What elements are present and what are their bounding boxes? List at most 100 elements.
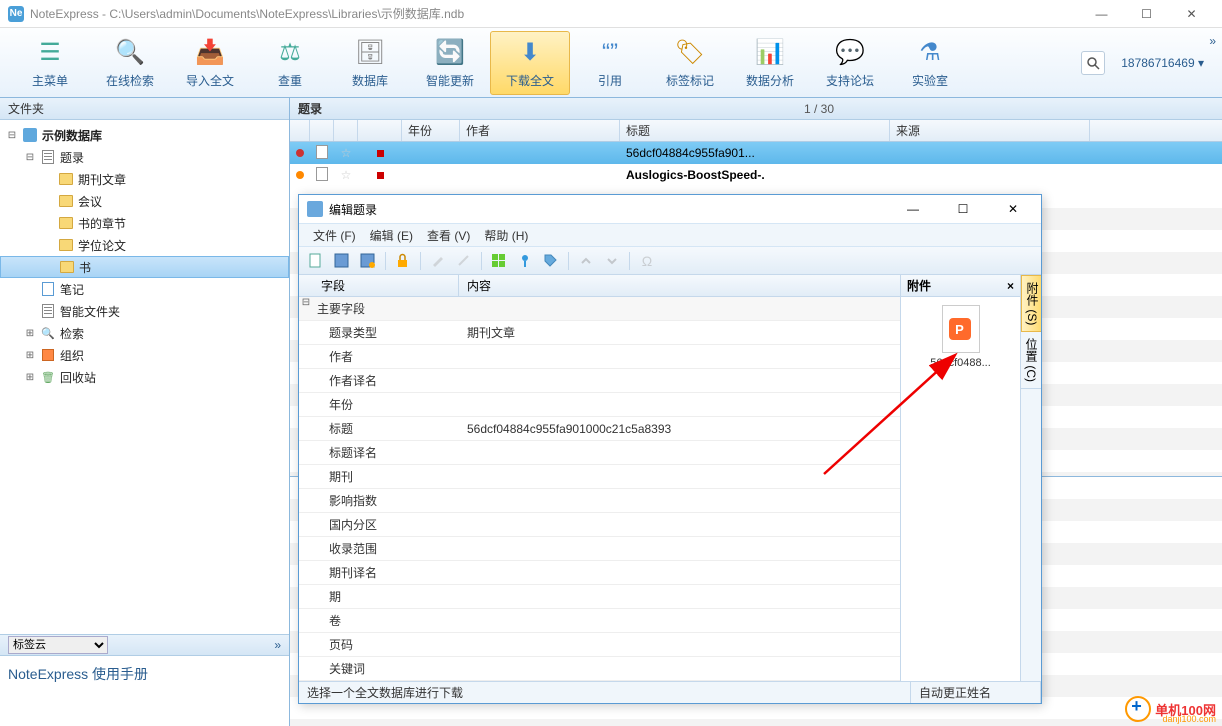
toolbar-标签标记[interactable]: 🏷标签标记 <box>650 31 730 95</box>
attachment-close-icon[interactable]: × <box>1007 279 1014 293</box>
toolbar-数据库[interactable]: 🗄数据库 <box>330 31 410 95</box>
dialog-titlebar[interactable]: 编辑题录 — ☐ ✕ <box>299 195 1041 223</box>
records-list[interactable]: ☆56dcf04884c955fa901...☆Auslogics-BoostS… <box>290 142 1222 186</box>
tree-item-回收站[interactable]: ⊞回收站 <box>0 366 289 388</box>
tree-twisty-icon[interactable]: ⊞ <box>24 372 36 383</box>
column-header[interactable] <box>290 120 310 141</box>
field-row-期[interactable]: 期 <box>299 585 900 609</box>
dialog-close-button[interactable]: ✕ <box>993 196 1033 222</box>
tag-button[interactable] <box>540 250 562 272</box>
user-menu[interactable]: 18786716469 ▾ <box>1113 52 1212 74</box>
tree-item-学位论文[interactable]: 学位论文 <box>0 234 289 256</box>
attachment-thumbnail[interactable] <box>942 305 980 353</box>
tree-item-组织[interactable]: ⊞组织 <box>0 344 289 366</box>
column-header[interactable]: 来源 <box>890 120 1090 141</box>
toolbar-实验室[interactable]: ⚗实验室 <box>890 31 970 95</box>
tree-item-笔记[interactable]: 笔记 <box>0 278 289 300</box>
column-header[interactable]: 年份 <box>402 120 460 141</box>
column-header[interactable]: 标题 <box>620 120 890 141</box>
toolbar-下载全文[interactable]: ⬇下载全文 <box>490 31 570 95</box>
field-row-题录类型[interactable]: 题录类型期刊文章 <box>299 321 900 345</box>
column-header[interactable] <box>358 120 402 141</box>
toolbar-overflow-icon[interactable]: » <box>1209 34 1216 48</box>
field-row-收录范围[interactable]: 收录范围 <box>299 537 900 561</box>
field-row-标题译名[interactable]: 标题译名 <box>299 441 900 465</box>
toolbar-主菜单[interactable]: ☰主菜单 <box>10 31 90 95</box>
dialog-maximize-button[interactable]: ☐ <box>943 196 983 222</box>
star-icon[interactable]: ☆ <box>341 146 352 160</box>
lock-button[interactable] <box>392 250 414 272</box>
close-button[interactable]: ✕ <box>1169 0 1214 28</box>
minimize-button[interactable]: — <box>1079 0 1124 28</box>
toolbar-在线检索[interactable]: 🔍在线检索 <box>90 31 170 95</box>
tree-item-会议[interactable]: 会议 <box>0 190 289 212</box>
toolbar-导入全文[interactable]: 📥导入全文 <box>170 31 250 95</box>
field-row-作者[interactable]: 作者 <box>299 345 900 369</box>
field-row-卷[interactable]: 卷 <box>299 609 900 633</box>
field-row-国内分区[interactable]: 国内分区 <box>299 513 900 537</box>
field-value[interactable] <box>459 585 900 608</box>
field-value[interactable] <box>459 345 900 368</box>
tree-item-题录[interactable]: ⊟题录 <box>0 146 289 168</box>
tagcloud-select[interactable]: 标签云 <box>8 636 108 654</box>
field-value[interactable]: 期刊文章 <box>459 321 900 344</box>
tagcloud-tag[interactable]: NoteExpress 使用手册 <box>8 666 148 682</box>
menu-item[interactable]: 编辑 (E) <box>364 225 419 246</box>
records-column-header[interactable]: 年份作者标题来源 <box>290 120 1222 142</box>
content-column-header[interactable]: 内容 <box>459 275 900 296</box>
field-row-作者译名[interactable]: 作者译名 <box>299 369 900 393</box>
tree-twisty-icon[interactable]: ⊟ <box>24 152 36 163</box>
field-row-标题[interactable]: 标题56dcf04884c955fa901000c21c5a8393 <box>299 417 900 441</box>
record-row[interactable]: ☆Auslogics-BoostSpeed-. <box>290 164 1222 186</box>
field-row-年份[interactable]: 年份 <box>299 393 900 417</box>
tree-item-期刊文章[interactable]: 期刊文章 <box>0 168 289 190</box>
menu-item[interactable]: 文件 (F) <box>307 225 362 246</box>
field-value[interactable] <box>459 609 900 632</box>
save-button[interactable] <box>331 250 353 272</box>
collapse-icon[interactable]: ⊟ <box>299 297 313 320</box>
attachment-name[interactable]: 56dcf0488... <box>909 357 1012 369</box>
field-value[interactable]: 56dcf04884c955fa901000c21c5a8393 <box>459 417 900 440</box>
tree-item-智能文件夹[interactable]: 智能文件夹 <box>0 300 289 322</box>
clear-button[interactable] <box>427 250 449 272</box>
field-value[interactable] <box>459 441 900 464</box>
field-value[interactable] <box>459 561 900 584</box>
toolbar-数据分析[interactable]: 📊数据分析 <box>730 31 810 95</box>
toolbar-支持论坛[interactable]: 💬支持论坛 <box>810 31 890 95</box>
tree-item-检索[interactable]: ⊞检索 <box>0 322 289 344</box>
column-header[interactable]: 作者 <box>460 120 620 141</box>
field-value[interactable] <box>459 369 900 392</box>
toolbar-查重[interactable]: ⚖查重 <box>250 31 330 95</box>
record-row[interactable]: ☆56dcf04884c955fa901... <box>290 142 1222 164</box>
tagcloud-expand-icon[interactable]: » <box>274 638 281 652</box>
toolbar-智能更新[interactable]: 🔄智能更新 <box>410 31 490 95</box>
tree-twisty-icon[interactable]: ⊞ <box>24 328 36 339</box>
folder-tree[interactable]: ⊟示例数据库⊟题录期刊文章会议书的章节学位论文书笔记智能文件夹⊞检索⊞组织⊞回收… <box>0 120 289 634</box>
sidetab-location[interactable]: 位置 (C) <box>1021 332 1041 389</box>
field-group-row[interactable]: ⊟ 主要字段 <box>299 297 900 321</box>
maximize-button[interactable]: ☐ <box>1124 0 1169 28</box>
field-value[interactable] <box>459 513 900 536</box>
pin-button[interactable] <box>514 250 536 272</box>
tree-twisty-icon[interactable]: ⊟ <box>6 130 18 141</box>
field-value[interactable] <box>459 537 900 560</box>
tree-item-书[interactable]: 书 <box>0 256 289 278</box>
tree-item-示例数据库[interactable]: ⊟示例数据库 <box>0 124 289 146</box>
dialog-minimize-button[interactable]: — <box>893 196 933 222</box>
field-value[interactable] <box>459 393 900 416</box>
star-icon[interactable]: ☆ <box>341 168 352 182</box>
toolbar-引用[interactable]: “”引用 <box>570 31 650 95</box>
save-as-button[interactable] <box>357 250 379 272</box>
field-value[interactable] <box>459 633 900 656</box>
grid-button[interactable] <box>488 250 510 272</box>
down-button[interactable] <box>601 250 623 272</box>
column-header[interactable] <box>310 120 334 141</box>
field-row-期刊[interactable]: 期刊 <box>299 465 900 489</box>
wand-button[interactable] <box>453 250 475 272</box>
menu-item[interactable]: 查看 (V) <box>421 225 476 246</box>
menu-item[interactable]: 帮助 (H) <box>478 225 534 246</box>
field-row-期刊译名[interactable]: 期刊译名 <box>299 561 900 585</box>
new-button[interactable] <box>305 250 327 272</box>
field-value[interactable] <box>459 657 900 680</box>
tree-twisty-icon[interactable]: ⊞ <box>24 350 36 361</box>
